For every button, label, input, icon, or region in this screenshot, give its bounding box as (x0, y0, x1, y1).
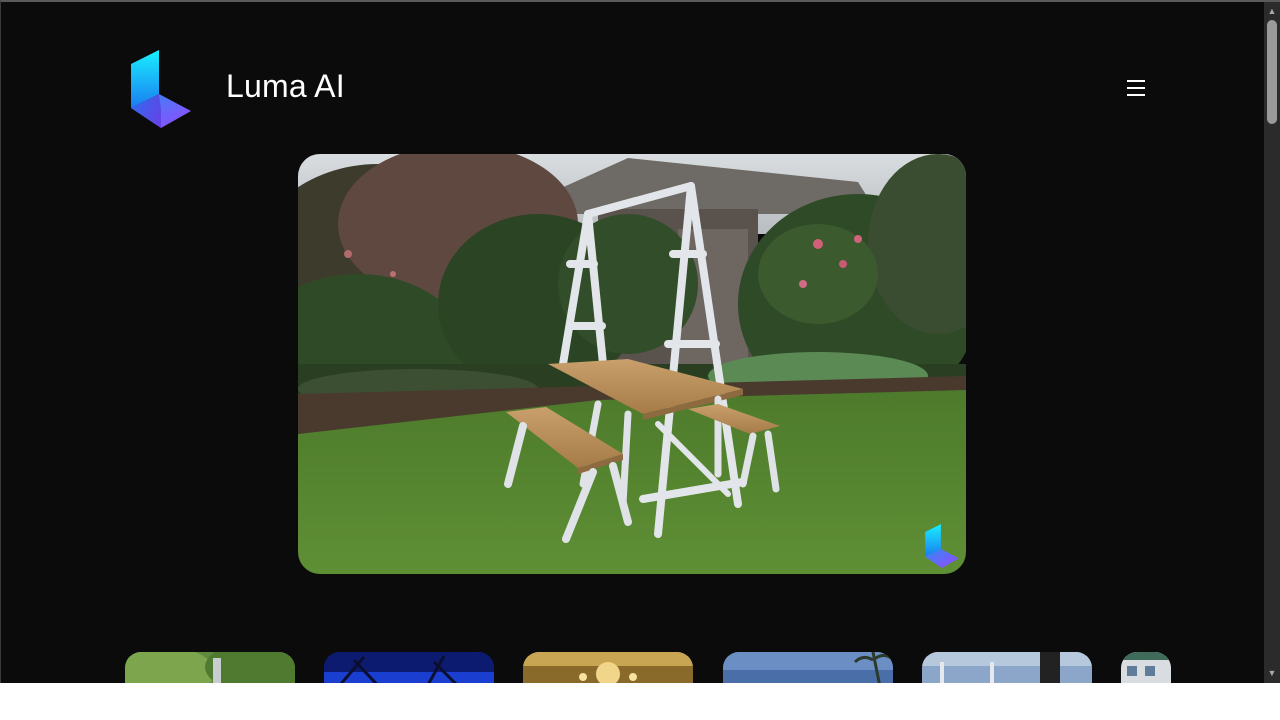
capture-thumbnail-strip (125, 652, 1175, 683)
hamburger-menu-icon[interactable] (1123, 76, 1149, 100)
scroll-up-arrow-icon[interactable]: ▲ (1264, 3, 1280, 19)
luma-logo-icon[interactable] (129, 50, 193, 128)
thumbnail-capture-trees[interactable] (125, 652, 295, 683)
thumbnail-capture-building[interactable] (1121, 652, 1171, 683)
thumbnail-capture-chandelier-hall[interactable] (523, 652, 693, 683)
hero-capture-image[interactable] (298, 154, 966, 574)
scroll-down-arrow-icon[interactable]: ▼ (1264, 665, 1280, 681)
thumbnail-capture-palm-street[interactable] (723, 652, 893, 683)
scrollbar-thumb[interactable] (1267, 20, 1277, 124)
luma-logo-badge-icon (925, 524, 959, 568)
thumbnail-capture-balcony[interactable] (922, 652, 1092, 683)
brand-name[interactable]: Luma AI (226, 66, 345, 106)
thumbnail-capture-night-sky[interactable] (324, 652, 494, 683)
vertical-scrollbar[interactable]: ▲ ▼ (1264, 0, 1280, 683)
page-viewport: Luma AI (0, 0, 1264, 683)
picnic-table-scene (298, 154, 966, 574)
